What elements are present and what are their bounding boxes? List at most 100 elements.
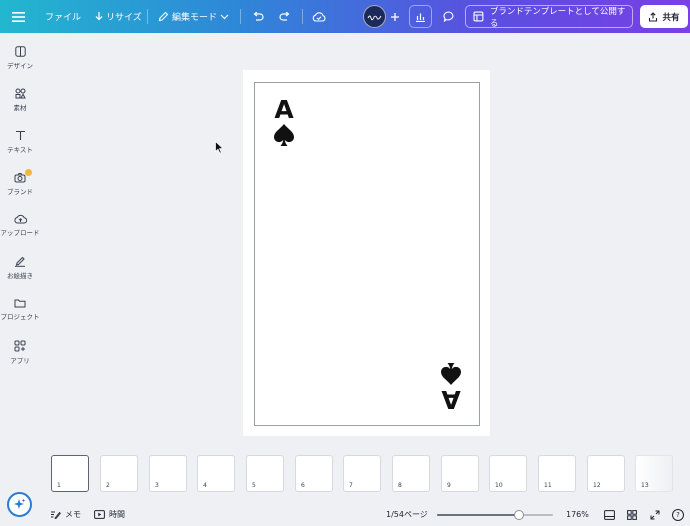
resize-button[interactable]: リサイズ bbox=[95, 0, 142, 33]
comments-button[interactable] bbox=[437, 5, 460, 28]
sidebar-item-label: 素材 bbox=[13, 104, 27, 112]
design-page[interactable]: A A bbox=[243, 70, 490, 436]
sidebar-item-text[interactable]: テキスト bbox=[0, 130, 40, 154]
page-indicator[interactable]: 1/54ページ bbox=[386, 503, 428, 526]
page-thumbnail[interactable]: 1 bbox=[51, 455, 89, 492]
page-thumbnail-number: 6 bbox=[301, 482, 305, 489]
undo-icon bbox=[252, 11, 264, 22]
zoom-slider[interactable] bbox=[437, 510, 553, 520]
file-menu-button[interactable]: ファイル bbox=[45, 0, 81, 33]
sidebar-item-label: アプリ bbox=[10, 357, 30, 365]
page-thumbnail-number: 4 bbox=[203, 482, 207, 489]
page-thumbnail[interactable]: 2 bbox=[100, 455, 138, 492]
redo-button[interactable] bbox=[279, 0, 291, 33]
toolbar-divider bbox=[147, 9, 148, 24]
left-sidebar: デザイン 素材 テキスト ブランド アップロード お絵描き プロジェクト アプリ bbox=[0, 33, 40, 493]
page-thumbnail-number: 5 bbox=[252, 482, 256, 489]
share-button[interactable]: 共有 bbox=[640, 5, 688, 28]
edit-mode-dropdown[interactable]: 編集モード bbox=[158, 0, 229, 33]
file-menu-label: ファイル bbox=[45, 13, 82, 23]
zoom-level[interactable]: 176% bbox=[566, 503, 589, 526]
avatar-signature-icon bbox=[367, 15, 381, 20]
page-thumbnail[interactable]: 3 bbox=[149, 455, 187, 492]
sidebar-item-draw[interactable]: お絵描き bbox=[0, 256, 40, 280]
apps-icon bbox=[14, 340, 26, 352]
page-thumbnail-number: 11 bbox=[544, 482, 552, 489]
page-thumbnail[interactable]: 9 bbox=[441, 455, 479, 492]
sidebar-item-design[interactable]: デザイン bbox=[0, 46, 40, 70]
cloud-save-status-button[interactable] bbox=[312, 0, 326, 33]
page-thumbnail[interactable]: 7 bbox=[343, 455, 381, 492]
notes-button[interactable]: メモ bbox=[50, 503, 81, 526]
resize-icon bbox=[95, 12, 103, 21]
timer-button[interactable]: 時間 bbox=[94, 503, 125, 526]
sidebar-item-elements[interactable]: 素材 bbox=[0, 88, 40, 112]
share-upload-icon bbox=[649, 11, 658, 22]
card-corner-top[interactable]: A bbox=[271, 97, 297, 151]
add-collaborator-button[interactable] bbox=[383, 5, 406, 28]
timer-label: 時間 bbox=[109, 510, 125, 519]
page-thumbnail-number: 8 bbox=[398, 482, 402, 489]
page-thumbnail[interactable]: 12 bbox=[587, 455, 625, 492]
elements-icon bbox=[15, 88, 26, 99]
page-view-button[interactable] bbox=[604, 503, 615, 526]
page-thumbnail[interactable]: 10 bbox=[489, 455, 527, 492]
folder-icon bbox=[14, 299, 26, 308]
card-rank: A bbox=[274, 95, 294, 124]
redo-icon bbox=[279, 11, 291, 22]
sidebar-item-label: デザイン bbox=[7, 62, 33, 70]
layout-icon bbox=[14, 46, 26, 57]
mouse-cursor-icon bbox=[215, 139, 224, 158]
chevron-down-icon bbox=[220, 14, 229, 20]
sidebar-item-projects[interactable]: プロジェクト bbox=[0, 298, 40, 321]
sidebar-item-label: お絵描き bbox=[7, 272, 33, 280]
card-corner-bottom[interactable]: A bbox=[438, 358, 464, 414]
zoom-level-label: 176% bbox=[566, 510, 589, 519]
page-thumbnail[interactable]: 13 bbox=[635, 455, 673, 492]
timer-play-icon bbox=[94, 510, 105, 519]
fullscreen-button[interactable] bbox=[650, 503, 660, 526]
publish-brand-template-button[interactable]: ブランドテンプレートとして公開する bbox=[465, 5, 633, 29]
resize-label: リサイズ bbox=[106, 13, 142, 23]
page-thumbnail[interactable]: 4 bbox=[197, 455, 235, 492]
menu-button[interactable] bbox=[12, 0, 25, 33]
page-indicator-label: 1/54ページ bbox=[386, 510, 428, 519]
sidebar-item-uploads[interactable]: アップロード bbox=[0, 214, 40, 237]
page-thumbnail[interactable]: 8 bbox=[392, 455, 430, 492]
edit-mode-label: 編集モード bbox=[172, 13, 218, 23]
top-toolbar: ファイル リサイズ 編集モード ブランドテンプレートとして公開する 共有 bbox=[0, 0, 690, 33]
page-thumbnail-number: 10 bbox=[495, 482, 503, 489]
undo-button[interactable] bbox=[252, 0, 264, 33]
page-thumbnail-number: 9 bbox=[447, 482, 451, 489]
share-label: 共有 bbox=[662, 12, 680, 23]
grid-view-button[interactable] bbox=[627, 503, 637, 526]
spade-icon bbox=[441, 363, 461, 385]
help-button[interactable]: ? bbox=[672, 503, 684, 526]
pencil-icon bbox=[158, 11, 169, 22]
text-icon bbox=[15, 130, 25, 140]
zoom-slider-handle[interactable] bbox=[514, 510, 525, 520]
cloud-check-icon bbox=[312, 11, 326, 22]
bar-chart-icon bbox=[416, 13, 425, 22]
sidebar-item-apps[interactable]: アプリ bbox=[0, 340, 40, 365]
page-thumbnail-number: 7 bbox=[349, 482, 353, 489]
page-thumbnail-strip: 1 2 3 4 5 6 7 8 9 10 11 12 13 bbox=[0, 455, 690, 495]
sidebar-item-brand[interactable]: ブランド bbox=[0, 169, 40, 196]
fullscreen-expand-icon bbox=[650, 510, 660, 519]
help-icon: ? bbox=[672, 508, 684, 521]
card-rank: A bbox=[441, 385, 461, 414]
page-thumbnail-number: 3 bbox=[155, 482, 159, 489]
sidebar-item-label: アップロード bbox=[0, 229, 40, 237]
page-view-icon bbox=[604, 509, 615, 520]
grid-view-icon bbox=[627, 509, 637, 520]
page-thumbnail[interactable]: 5 bbox=[246, 455, 284, 492]
page-thumbnail[interactable]: 11 bbox=[538, 455, 576, 492]
page-thumbnail-number: 12 bbox=[593, 482, 601, 489]
playing-card-border[interactable]: A A bbox=[254, 82, 480, 426]
publish-brand-template-label: ブランドテンプレートとして公開する bbox=[489, 6, 626, 29]
draw-icon bbox=[15, 256, 25, 267]
notes-pencil-icon bbox=[51, 511, 61, 519]
insights-button[interactable] bbox=[409, 5, 432, 28]
page-thumbnail[interactable]: 6 bbox=[295, 455, 333, 492]
toolbar-divider bbox=[240, 9, 241, 24]
